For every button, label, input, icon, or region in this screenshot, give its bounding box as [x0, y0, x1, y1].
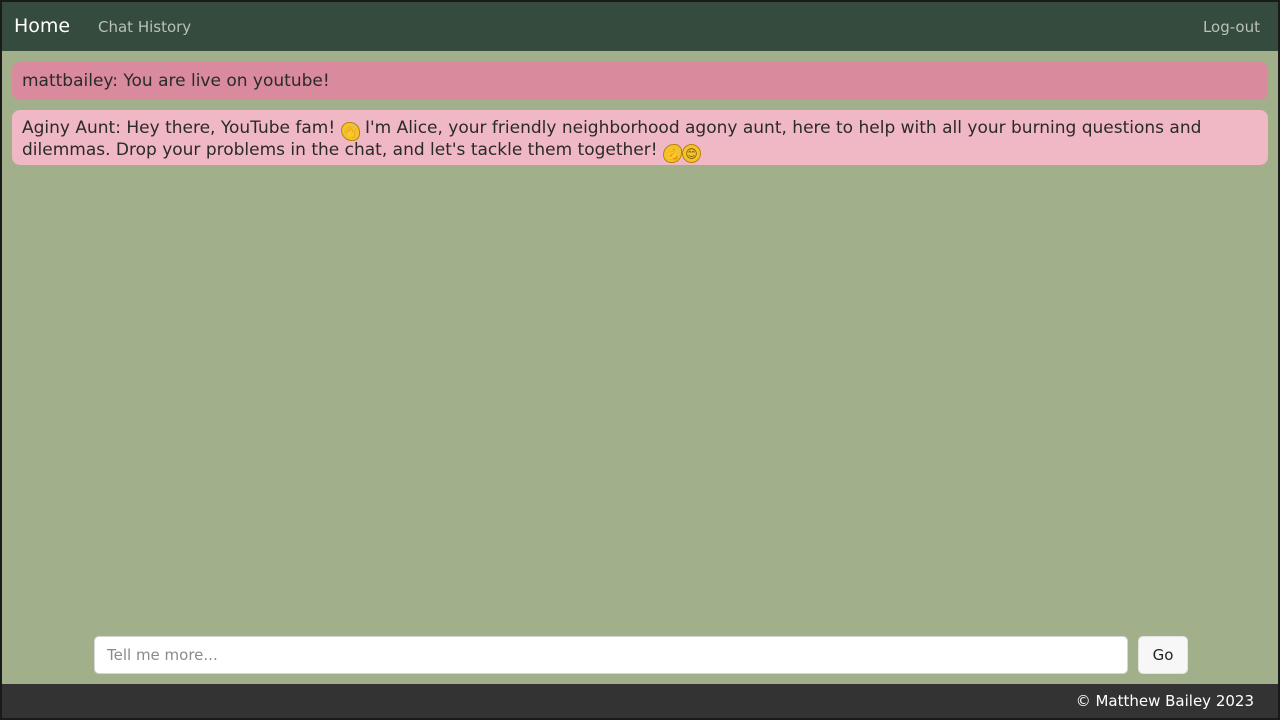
logout-link[interactable]: Log-out: [1203, 17, 1260, 37]
chat-messages: mattbailey: You are live on youtube! Agi…: [12, 62, 1268, 175]
chat-app-window: Home Chat History Log-out mattbailey: Yo…: [2, 2, 1278, 718]
copyright-text: © Matthew Bailey 2023: [1075, 692, 1254, 710]
home-link[interactable]: Home: [14, 14, 70, 38]
page-footer: © Matthew Bailey 2023: [2, 684, 1278, 718]
waving-hand-icon: 👋: [340, 122, 360, 141]
user-message-text: mattbailey: You are live on youtube!: [22, 71, 330, 91]
user-message: mattbailey: You are live on youtube!: [12, 62, 1268, 100]
assistant-message-text-part1: Aginy Aunt: Hey there, YouTube fam!: [22, 118, 341, 138]
message-composer: Go: [94, 636, 1188, 674]
top-navbar: Home Chat History Log-out: [2, 2, 1278, 51]
chat-history-link[interactable]: Chat History: [98, 17, 191, 37]
smiling-face-icon: 😊: [681, 144, 701, 163]
flexed-biceps-icon: 💪: [662, 144, 682, 163]
message-input[interactable]: [94, 636, 1128, 674]
assistant-message: Aginy Aunt: Hey there, YouTube fam! 👋 I'…: [12, 110, 1268, 165]
go-button[interactable]: Go: [1138, 636, 1188, 674]
